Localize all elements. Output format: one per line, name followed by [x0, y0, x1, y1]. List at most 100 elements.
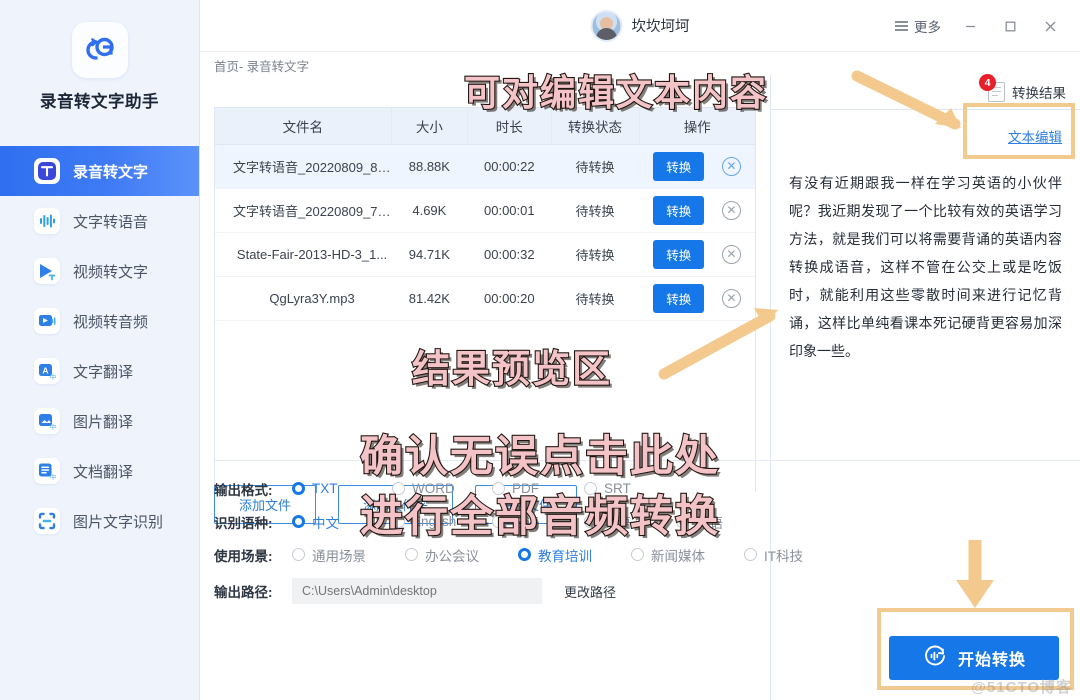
convert-button[interactable]: 转换: [653, 195, 705, 225]
radio-label: 日语: [512, 515, 539, 531]
circle-x-icon[interactable]: ✕: [721, 200, 741, 220]
cell-filename: 文字转语音_20220809_70...: [215, 188, 392, 233]
radio-dot-icon: [631, 548, 644, 561]
sidebar-item-label: 文档翻译: [73, 463, 134, 481]
sidebar-item-text-translate[interactable]: A 中 文字翻译: [0, 346, 199, 396]
sidebar-item-image-translate[interactable]: 中 图片翻译: [0, 396, 199, 446]
svg-text:中: 中: [50, 422, 57, 431]
titlebar: 坎坎坷坷 更多: [200, 0, 1080, 52]
radio-label: TXT: [312, 481, 338, 496]
cell-size: 4.69K: [391, 188, 468, 233]
radio-lang-japanese[interactable]: 日语: [492, 512, 584, 532]
cell-operation: 转换 ✕: [639, 188, 755, 233]
sidebar-item-label: 视频转文字: [73, 263, 149, 281]
result-text[interactable]: 有没有近期跟我一样在学习英语的小伙伴呢？我近期发现了一个比较有效的英语学习方法，…: [771, 161, 1080, 365]
text-edit-link[interactable]: 文本编辑: [1008, 126, 1062, 146]
table-header-row: 文件名 大小 时长 转换状态 操作: [215, 108, 755, 145]
audio-convert-icon: [922, 643, 948, 674]
table-row[interactable]: 文字转语音_20220809_70... 4.69K 00:00:01 待转换 …: [215, 188, 755, 233]
radio-scene-news[interactable]: 新闻媒体: [631, 545, 744, 565]
radio-lang-cantonese[interactable]: 粤语: [676, 512, 768, 532]
output-path-label: 输出路径:: [214, 585, 273, 600]
output-format-row: 输出格式: TXT WORD PDF SRT: [214, 472, 1080, 505]
result-header: 4 转换结果: [771, 74, 1080, 109]
radio-label: 教育培训: [538, 548, 592, 564]
change-path-link[interactable]: 更改路径: [564, 582, 616, 601]
radio-scene-general[interactable]: 通用场景: [292, 545, 405, 565]
col-status: 转换状态: [551, 108, 640, 145]
cell-filename: QgLyra3Y.mp3: [215, 276, 392, 321]
conversion-result-button[interactable]: 4 转换结果: [979, 74, 1066, 102]
avatar: [590, 9, 623, 42]
text-t-icon: [34, 158, 60, 184]
radio-scene-education[interactable]: 教育培训: [518, 545, 631, 565]
settings-divider: [214, 460, 1080, 461]
radio-scene-it[interactable]: IT科技: [744, 545, 844, 565]
radio-label: SRT: [604, 481, 631, 496]
radio-label: PDF: [512, 481, 539, 496]
sidebar-item-image-ocr[interactable]: 图片文字识别: [0, 496, 199, 546]
sidebar-item-text-to-speech[interactable]: 文字转语音: [0, 196, 199, 246]
result-title: 转换结果: [1012, 86, 1066, 101]
sidebar-item-video-to-text[interactable]: 视频转文字: [0, 246, 199, 296]
sidebar-item-label: 图片文字识别: [73, 513, 164, 531]
radio-lang-thai[interactable]: 泰语: [584, 512, 676, 532]
start-conversion-button[interactable]: 开始转换: [889, 636, 1059, 680]
more-button[interactable]: 更多: [886, 11, 950, 41]
cell-size: 94.71K: [391, 232, 468, 277]
radio-dot-icon: [292, 515, 305, 528]
radio-format-txt[interactable]: TXT: [292, 481, 392, 496]
sidebar-item-label: 图片翻译: [73, 413, 134, 431]
cell-duration: 00:00:32: [467, 232, 552, 277]
close-icon[interactable]: [1030, 9, 1070, 43]
radio-dot-icon: [392, 482, 405, 495]
convert-button[interactable]: 转换: [653, 239, 705, 269]
sidebar-item-document-translate[interactable]: 中 文档翻译: [0, 446, 199, 496]
cell-status: 待转换: [551, 276, 640, 321]
cell-size: 81.42K: [391, 276, 468, 321]
col-filename: 文件名: [215, 108, 392, 145]
video-audio-icon: [34, 308, 60, 334]
cell-status: 待转换: [551, 188, 640, 233]
output-format-label: 输出格式:: [214, 482, 273, 498]
table-row[interactable]: QgLyra3Y.mp3 81.42K 00:00:20 待转换 转换 ✕: [215, 276, 755, 321]
sidebar: 录音转文字助手 录音转文字 文字转语音 视频转文字 视频转音频 A 中 文字翻译…: [0, 0, 200, 700]
circle-x-icon[interactable]: ✕: [721, 288, 741, 308]
minimize-icon[interactable]: [950, 9, 990, 43]
radio-lang-english[interactable]: English: [392, 514, 492, 529]
radio-label: 中文: [312, 515, 339, 531]
cell-duration: 00:00:01: [467, 188, 552, 233]
radio-label: 泰语: [604, 515, 631, 531]
waveform-icon: [34, 208, 60, 234]
output-path-input[interactable]: [292, 578, 542, 604]
convert-button[interactable]: 转换: [653, 151, 705, 181]
table-row[interactable]: 文字转语音_20220809_87... 88.88K 00:00:22 待转换…: [215, 144, 755, 189]
svg-text:中: 中: [50, 472, 57, 481]
document-icon: 4: [979, 74, 1005, 102]
cell-status: 待转换: [551, 144, 640, 189]
radio-format-word[interactable]: WORD: [392, 481, 492, 496]
circle-x-icon[interactable]: ✕: [721, 156, 741, 176]
sidebar-item-recording-to-text[interactable]: 录音转文字: [0, 146, 199, 196]
breadcrumb[interactable]: 首页- 录音转文字: [214, 56, 309, 75]
radio-dot-icon: [744, 548, 757, 561]
maximize-icon[interactable]: [990, 9, 1030, 43]
radio-dot-icon: [292, 482, 305, 495]
user-block[interactable]: 坎坎坷坷: [590, 9, 690, 42]
radio-label: 新闻媒体: [651, 548, 705, 564]
sidebar-item-video-to-audio[interactable]: 视频转音频: [0, 296, 199, 346]
radio-label: IT科技: [764, 548, 803, 564]
radio-dot-icon: [518, 548, 531, 561]
radio-format-pdf[interactable]: PDF: [492, 481, 584, 496]
scenario-label: 使用场景:: [214, 548, 273, 564]
convert-button[interactable]: 转换: [653, 283, 705, 313]
radio-dot-icon: [405, 548, 418, 561]
radio-scene-office[interactable]: 办公会议: [405, 545, 518, 565]
cell-filename: State-Fair-2013-HD-3_1...: [215, 232, 392, 277]
radio-dot-icon: [584, 515, 597, 528]
radio-format-srt[interactable]: SRT: [584, 481, 676, 496]
radio-lang-chinese[interactable]: 中文: [292, 512, 392, 532]
table-row[interactable]: State-Fair-2013-HD-3_1... 94.71K 00:00:3…: [215, 232, 755, 277]
sidebar-item-label: 录音转文字: [73, 163, 149, 181]
circle-x-icon[interactable]: ✕: [721, 244, 741, 264]
